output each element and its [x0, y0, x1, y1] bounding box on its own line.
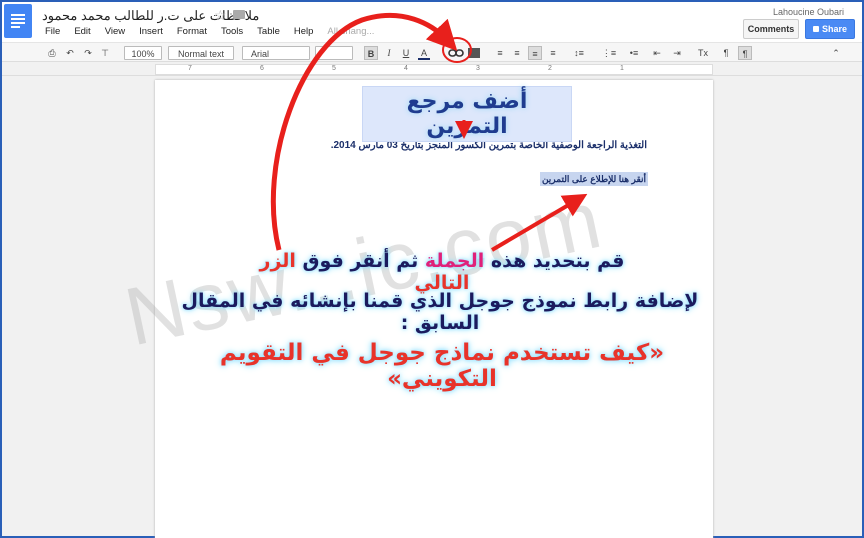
curved-arrow — [270, 13, 458, 251]
annotation-arrows — [270, 13, 588, 252]
link-arrow — [490, 193, 588, 252]
link-highlight-circle — [442, 37, 472, 63]
